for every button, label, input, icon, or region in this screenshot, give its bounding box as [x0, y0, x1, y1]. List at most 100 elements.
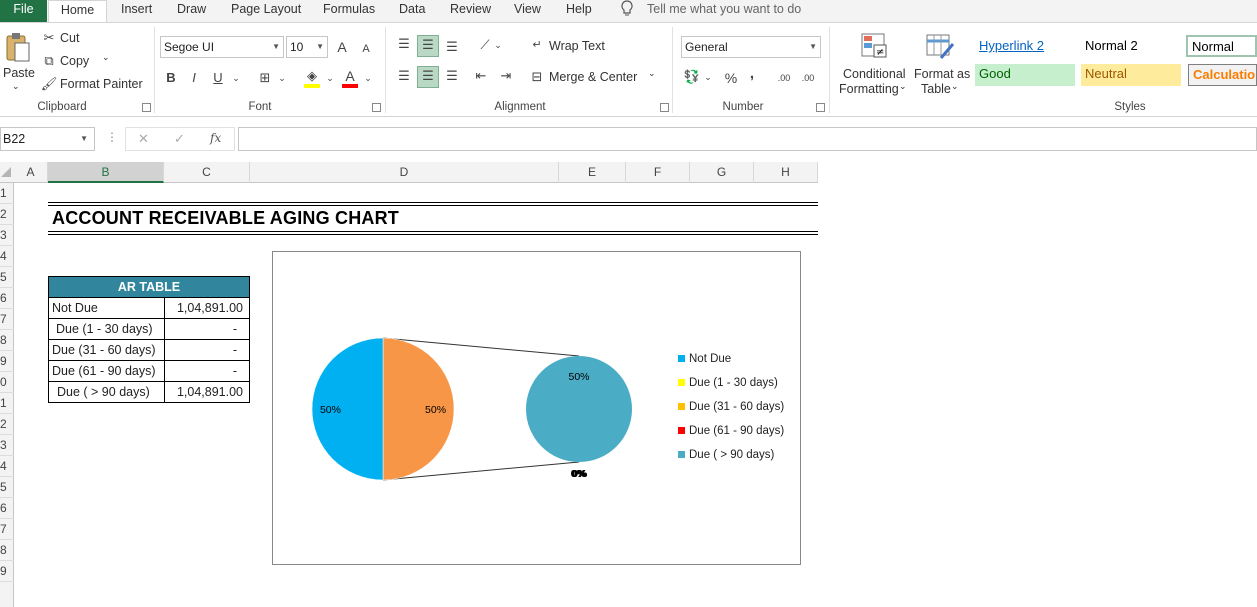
increase-indent-icon[interactable]: ⇥: [497, 66, 515, 86]
lightbulb-icon[interactable]: [620, 0, 634, 21]
tell-me-search[interactable]: Tell me what you want to do: [647, 0, 801, 22]
align-right-icon[interactable]: ☰: [443, 66, 461, 86]
column-header-a[interactable]: A: [14, 162, 48, 183]
comma-button[interactable]: ,: [745, 64, 759, 84]
borders-icon[interactable]: ⊞: [256, 68, 274, 88]
chevron-down-icon[interactable]: ⌄: [276, 68, 288, 88]
ar-row-value[interactable]: -: [164, 318, 250, 340]
legend-entry[interactable]: Due (61 - 90 days): [678, 425, 784, 437]
tab-file[interactable]: File: [0, 0, 47, 22]
tab-page-layout[interactable]: Page Layout: [231, 0, 301, 22]
row-header[interactable]: 2: [0, 414, 14, 435]
column-header-f[interactable]: F: [626, 162, 690, 183]
ar-row-label[interactable]: Due ( > 90 days): [48, 381, 165, 403]
wrap-text-button[interactable]: Wrap Text: [549, 39, 605, 53]
row-header[interactable]: 8: [0, 540, 14, 561]
merge-center-button[interactable]: Merge & Center: [549, 70, 637, 84]
font-size-select[interactable]: 10 ▼: [286, 36, 328, 58]
pie-data-label[interactable]: 50%: [568, 371, 589, 383]
chevron-down-icon[interactable]: ⌄: [12, 81, 20, 92]
cancel-icon[interactable]: ✕: [138, 131, 149, 147]
row-header[interactable]: 1: [0, 183, 14, 204]
name-box[interactable]: B22 ▼: [0, 127, 95, 151]
currency-icon[interactable]: 💱: [683, 67, 701, 87]
row-header[interactable]: 2: [0, 204, 14, 225]
style-normal[interactable]: Normal: [1186, 35, 1257, 57]
insert-function-icon[interactable]: fx: [210, 131, 221, 145]
row-header[interactable]: 6: [0, 498, 14, 519]
align-left-icon[interactable]: ☰: [395, 66, 413, 86]
clipboard-launcher-icon[interactable]: [142, 103, 151, 112]
percent-button[interactable]: %: [722, 68, 740, 88]
tab-draw[interactable]: Draw: [177, 0, 206, 22]
paste-button[interactable]: Paste: [3, 66, 35, 80]
font-name-select[interactable]: Segoe UI ▼: [160, 36, 284, 58]
row-header[interactable]: 6: [0, 288, 14, 309]
copy-icon[interactable]: ⧉: [40, 51, 58, 71]
ar-row-value[interactable]: -: [164, 360, 250, 382]
enter-icon[interactable]: ✓: [174, 131, 185, 147]
decrease-decimal-button[interactable]: .00: [799, 68, 817, 88]
increase-decimal-button[interactable]: .00: [775, 68, 793, 88]
chevron-down-icon[interactable]: ⌄: [230, 68, 242, 88]
tab-data[interactable]: Data: [399, 0, 425, 22]
tab-insert[interactable]: Insert: [121, 0, 152, 22]
font-launcher-icon[interactable]: [372, 103, 381, 112]
legend-entry[interactable]: Not Due: [678, 353, 731, 365]
column-header-e[interactable]: E: [559, 162, 626, 183]
align-top-icon[interactable]: ☰: [395, 34, 413, 54]
number-format-select[interactable]: General ▼: [681, 36, 821, 58]
column-header-h[interactable]: H: [754, 162, 818, 183]
bold-button[interactable]: B: [163, 68, 179, 88]
number-launcher-icon[interactable]: [816, 103, 825, 112]
format-painter-button[interactable]: Format Painter: [60, 77, 143, 91]
style-good[interactable]: Good: [975, 64, 1075, 86]
alignment-launcher-icon[interactable]: [660, 103, 669, 112]
chevron-down-icon[interactable]: ⌄: [648, 68, 656, 79]
conditional-formatting-button[interactable]: Conditional: [843, 67, 906, 81]
style-neutral[interactable]: Neutral: [1081, 64, 1181, 86]
wrap-text-icon[interactable]: ↵: [529, 35, 545, 55]
style-hyperlink-2[interactable]: Hyperlink 2: [975, 36, 1075, 58]
ar-row-label[interactable]: Due (61 - 90 days): [48, 360, 165, 382]
row-header[interactable]: 7: [0, 309, 14, 330]
format-as-table-button[interactable]: Format as: [914, 67, 970, 81]
merge-center-icon[interactable]: ⊟: [529, 67, 545, 87]
select-all-corner[interactable]: [0, 166, 14, 180]
chevron-down-icon[interactable]: ▼: [80, 128, 88, 150]
ar-row-label[interactable]: Due (1 - 30 days): [48, 318, 165, 340]
legend-entry[interactable]: Due ( > 90 days): [678, 449, 774, 461]
cut-button[interactable]: Cut: [60, 31, 79, 45]
format-as-table-icon[interactable]: [925, 32, 955, 65]
row-header[interactable]: 9: [0, 561, 14, 582]
chevron-down-icon[interactable]: ⌄: [102, 52, 110, 63]
tab-help[interactable]: Help: [566, 0, 592, 22]
underline-button[interactable]: U: [210, 68, 226, 88]
chevron-down-icon[interactable]: ⌄: [324, 68, 336, 88]
formula-input[interactable]: [238, 127, 1257, 151]
row-header[interactable]: 4: [0, 246, 14, 267]
style-normal-2[interactable]: Normal 2: [1081, 36, 1181, 58]
row-header[interactable]: 9: [0, 351, 14, 372]
tab-review[interactable]: Review: [450, 0, 491, 22]
paste-icon[interactable]: [4, 31, 32, 68]
column-header-g[interactable]: G: [690, 162, 754, 183]
format-painter-icon[interactable]: 🖌: [40, 74, 58, 94]
row-header[interactable]: 4: [0, 456, 14, 477]
chevron-down-icon[interactable]: ⌄: [362, 68, 374, 88]
ar-row-value[interactable]: 1,04,891.00: [164, 381, 250, 403]
ar-row-value[interactable]: -: [164, 339, 250, 361]
ar-row-label[interactable]: Not Due: [48, 297, 165, 319]
pie-of-pie-chart[interactable]: 50% 50% 50% 0% 0% 0% Not Due Due (1 - 30 days)…: [272, 251, 801, 565]
ar-table-header[interactable]: AR TABLE: [48, 276, 250, 298]
ar-row-label[interactable]: Due (31 - 60 days): [48, 339, 165, 361]
style-calculation[interactable]: Calculation: [1188, 64, 1257, 86]
pie-data-label[interactable]: 50%: [320, 404, 341, 416]
chevron-down-icon[interactable]: ⌄: [899, 81, 907, 92]
fill-color-icon[interactable]: ◈: [302, 66, 322, 86]
row-header[interactable]: 3: [0, 435, 14, 456]
pie-data-label[interactable]: 50%: [425, 404, 446, 416]
row-header[interactable]: 5: [0, 477, 14, 498]
row-header[interactable]: 1: [0, 393, 14, 414]
column-header-b[interactable]: B: [48, 162, 164, 183]
